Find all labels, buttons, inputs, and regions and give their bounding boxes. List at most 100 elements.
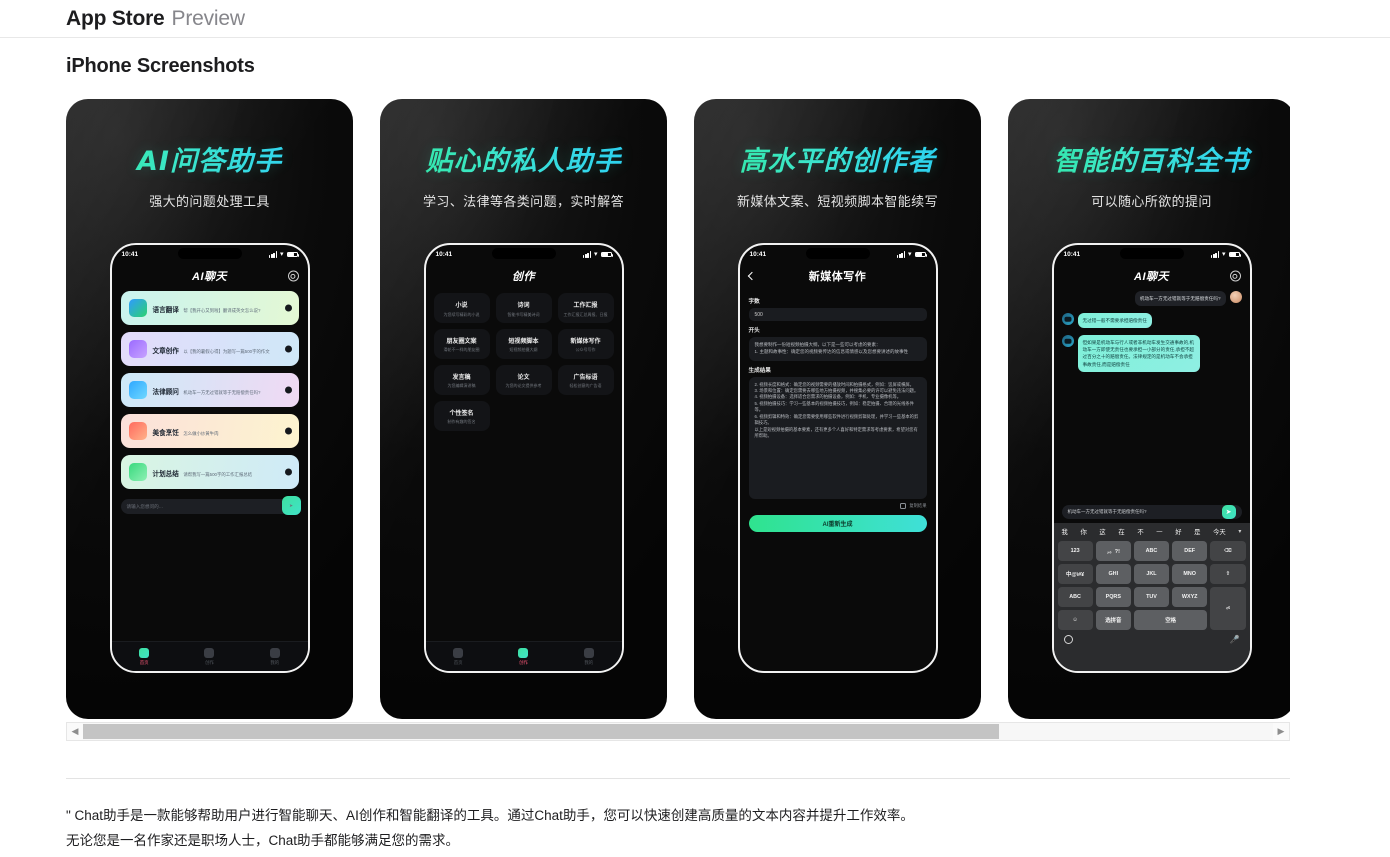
key-punctuation[interactable]: ，。?! (1095, 541, 1131, 561)
emoji-icon[interactable]: ☺ (1057, 610, 1093, 630)
list-item[interactable]: 美食烹饪 怎么做小炒黄牛肉 (120, 414, 299, 448)
list-item-desc: 帮【我开心又到啦】翻译成英文怎么说? (183, 308, 261, 313)
grid-item-title: 朋友圈文案 (446, 338, 477, 345)
tab-create[interactable]: 创作 (204, 647, 215, 666)
delete-icon[interactable]: ⌫ (1210, 541, 1246, 561)
key-abc[interactable]: ABC (1133, 541, 1170, 561)
grid-item[interactable]: 个性签名 制作有趣的签名 (433, 400, 490, 431)
chat-input-4[interactable]: 机动车一方无过错就等于无赔偿责任吗? ➤ (1061, 505, 1242, 519)
tab-label: 首页 (139, 659, 149, 665)
key-pinyin[interactable]: 选拼音 (1095, 610, 1131, 630)
chevron-right-icon[interactable]: ▶ (1273, 726, 1289, 737)
key-numeric[interactable]: 123 (1057, 541, 1093, 561)
grid-item[interactable]: 朋友圈文案 滑轮不一样的朋友圈 (433, 328, 490, 359)
grid-item[interactable]: 发言稿 为您编辑演讲稿 (433, 364, 490, 395)
shift-icon[interactable]: ⇧ (1210, 564, 1246, 584)
chevron-icon[interactable] (284, 345, 292, 353)
signal-bars-icon (269, 251, 277, 258)
feature-list: 语言翻译 帮【我开心又到啦】翻译成英文怎么说? 文章创作 以【我的暑假心得】为题… (112, 288, 308, 492)
scrollbar-track[interactable] (83, 723, 1273, 740)
suggestion[interactable]: 一 (1156, 527, 1162, 536)
profile-icon (583, 647, 594, 658)
chevron-icon[interactable] (284, 427, 292, 435)
copy-result-button[interactable]: 复制结果 (749, 502, 927, 509)
grid-item[interactable]: 短视频脚本 短视频拍摄大纲 (495, 328, 552, 359)
list-item[interactable]: 文章创作 以【我的暑假心得】为题写一篇500字的作文 (120, 332, 299, 366)
return-icon[interactable]: ⏎ (1210, 587, 1246, 630)
grid-item[interactable]: 诗词 智能书写精美诗词 (495, 293, 552, 323)
chevron-left-icon[interactable]: ◀ (67, 726, 83, 737)
suggestion[interactable]: 在 (1118, 527, 1124, 536)
chevron-icon[interactable] (284, 304, 292, 312)
key-symbols[interactable]: 中@\#¥ (1057, 564, 1093, 584)
opening-text[interactable]: 我想要制作一份短视频拍摄大纲，以下是一些可以考虑的要素： 1. 主题和故事性：确… (748, 337, 927, 361)
send-icon[interactable]: ➤ (281, 496, 301, 515)
suggestion[interactable]: 我 (1062, 527, 1068, 536)
suggestion[interactable]: 是 (1194, 527, 1200, 536)
key-wxyz[interactable]: WXYZ (1172, 587, 1208, 607)
send-icon[interactable]: ➤ (1221, 505, 1236, 519)
shot-title-1: AI问答助手 (66, 139, 353, 178)
screenshot-card-1[interactable]: AI问答助手 强大的问题处理工具 10:41 ▾ AI聊天 语言翻译 帮【我开心… (66, 99, 353, 719)
chat-message-ai: 无过错一般不需要承担赔偿责任 (1061, 313, 1242, 329)
grid-item[interactable]: 论文 为您的论文提供参考 (495, 364, 552, 395)
app-nav-bar-1: AI聊天 (112, 264, 308, 288)
screenshots-carousel[interactable]: AI问答助手 强大的问题处理工具 10:41 ▾ AI聊天 语言翻译 帮【我开心… (66, 99, 1290, 719)
word-count-label: 字数 (748, 299, 760, 305)
screenshot-card-3[interactable]: 高水平的创作者 新媒体文案、短视频脚本智能续写 10:41 ▾ 新媒体写作 字数… (694, 99, 981, 719)
screenshot-card-2[interactable]: 贴心的私人助手 学习、法律等各类问题，实时解答 10:41 ▾ 创作 小说 为您… (380, 99, 667, 719)
key-space[interactable]: 空格 (1133, 610, 1208, 630)
tab-profile[interactable]: 我的 (269, 647, 280, 666)
list-item-title: 美食烹饪 (152, 430, 179, 437)
tab-label: 我的 (584, 659, 594, 665)
chat-input-placeholder: 请输入您想问的… (126, 503, 164, 509)
chevron-icon[interactable] (284, 468, 292, 476)
list-item[interactable]: 计划总结 请帮我写一篇500字的工作汇报总结 (120, 455, 299, 489)
tab-home[interactable]: 首页 (453, 647, 464, 666)
grid-item[interactable]: 广告标语 轻松创意的广告语 (557, 364, 614, 395)
grid-item[interactable]: 新媒体写作 公众号写作 (557, 328, 614, 359)
scrollbar-thumb[interactable] (83, 724, 1000, 739)
suggestion[interactable]: 你 (1080, 527, 1086, 536)
tab-create[interactable]: 创作 (518, 647, 529, 666)
gear-icon[interactable] (287, 270, 299, 282)
key-pqrs[interactable]: PQRS (1095, 587, 1131, 607)
chevron-icon[interactable] (284, 386, 292, 394)
grid-item[interactable]: 工作汇报 工作汇报汇总周报、日报 (557, 293, 614, 323)
list-item[interactable]: 法律顾问 机动车一方无过错就等于无赔偿责任吗? (120, 373, 299, 407)
key-def[interactable]: DEF (1172, 541, 1208, 561)
key-ghi[interactable]: GHI (1095, 564, 1131, 584)
chat-message-user: 机动车一方无过错就等于无赔偿责任吗? (1062, 291, 1242, 307)
key-abc-mode[interactable]: ABC (1057, 587, 1093, 607)
chat-input-1[interactable]: 请输入您想问的… ➤ (120, 496, 301, 515)
gear-icon[interactable] (1229, 270, 1241, 282)
list-item[interactable]: 语言翻译 帮【我开心又到啦】翻译成英文怎么说? (120, 291, 299, 325)
grid-item-title: 短视频脚本 (508, 338, 539, 345)
shot-subtitle-2: 学习、法律等各类问题，实时解答 (422, 194, 624, 209)
key-mno[interactable]: MNO (1172, 564, 1208, 584)
chevron-left-icon[interactable] (747, 271, 756, 281)
grid-item-title: 个性签名 (449, 410, 474, 417)
shot-subtitle-1: 强大的问题处理工具 (149, 194, 270, 209)
tab-home[interactable]: 首页 (139, 647, 150, 666)
screenshot-card-4[interactable]: 智能的百科全书 可以随心所欲的提问 10:41 ▾ AI聊天 机动车一方无过错就… (1008, 99, 1290, 719)
microphone-icon[interactable]: 🎤 (1230, 635, 1240, 644)
suggestion[interactable]: 不 (1137, 527, 1143, 536)
chat-bubble-text: 无过错一般不需要承担赔偿责任 (1077, 313, 1152, 329)
word-count-input[interactable]: 500 (748, 308, 927, 321)
list-item-title: 计划总结 (152, 471, 179, 478)
regenerate-button[interactable]: AI重新生成 (748, 514, 927, 532)
tab-profile[interactable]: 我的 (583, 647, 594, 666)
key-jkl[interactable]: JKL (1133, 564, 1170, 584)
app-nav-bar-4: AI聊天 (1054, 264, 1250, 288)
chevron-down-icon[interactable]: ▾ (1238, 528, 1241, 535)
globe-icon[interactable] (1063, 635, 1073, 644)
horizontal-scrollbar[interactable]: ◀ ▶ (66, 722, 1290, 741)
copy-label: 复制结果 (909, 502, 927, 508)
grid-item[interactable]: 小说 为您续写精彩的小说 (433, 293, 490, 323)
phone-notch (1119, 248, 1184, 259)
suggestion[interactable]: 好 (1175, 527, 1181, 536)
key-tuv[interactable]: TUV (1133, 587, 1170, 607)
suggestion[interactable]: 这 (1099, 527, 1105, 536)
suggestion[interactable]: 今天 (1213, 527, 1226, 536)
